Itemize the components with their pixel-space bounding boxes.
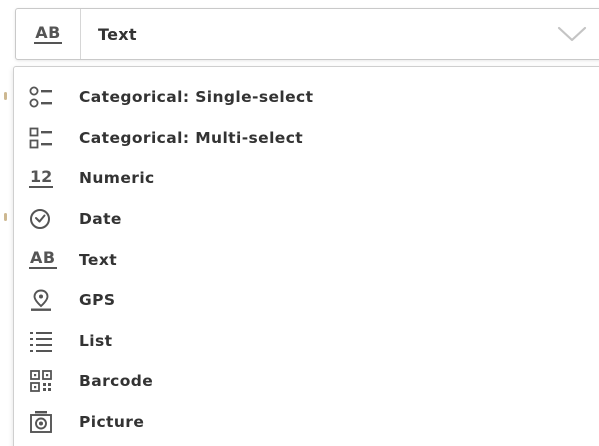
menu-item-multi-select[interactable]: Categorical: Multi-select: [14, 118, 599, 159]
menu-item-label: Picture: [79, 413, 145, 432]
numeric-icon-text: 12: [29, 166, 54, 188]
barcode-icon: [29, 367, 63, 395]
menu-item-label: Numeric: [79, 169, 155, 188]
menu-list: Categorical: Single-select Categorical: …: [14, 67, 599, 442]
menu-item-label: Categorical: Multi-select: [79, 128, 304, 147]
menu-item-label: Text: [79, 250, 118, 269]
menu-item-numeric[interactable]: 12 Numeric: [14, 158, 599, 199]
field-type-menu: Categorical: Single-select Categorical: …: [13, 66, 599, 446]
numeric-icon: 12: [29, 164, 63, 192]
list-icon: [29, 327, 63, 355]
select-value: Text: [98, 24, 137, 44]
field-type-picker: AB Text Categorical: Single-select Categ…: [0, 0, 599, 446]
menu-item-label: List: [79, 331, 113, 350]
menu-item-label: Categorical: Single-select: [79, 88, 314, 107]
clock-icon: [29, 205, 63, 233]
select-icon-box: AB: [16, 9, 81, 59]
menu-item-barcode[interactable]: Barcode: [14, 361, 599, 402]
menu-item-text[interactable]: AB Text: [14, 239, 599, 280]
menu-item-single-select[interactable]: Categorical: Single-select: [14, 77, 599, 118]
text-icon-text: AB: [29, 248, 57, 270]
edge-artifact: [4, 213, 7, 221]
menu-item-list[interactable]: List: [14, 321, 599, 362]
field-type-select[interactable]: AB Text: [15, 8, 599, 60]
menu-item-gps[interactable]: GPS: [14, 280, 599, 321]
menu-item-label: Date: [79, 210, 122, 229]
menu-item-label: GPS: [79, 291, 116, 310]
menu-item-picture[interactable]: Picture: [14, 402, 599, 443]
menu-item-label: Barcode: [79, 372, 154, 391]
chevron-down-icon[interactable]: [557, 25, 587, 43]
multi-select-icon: [29, 124, 63, 152]
location-pin-icon: [29, 286, 63, 314]
single-select-icon: [29, 83, 63, 111]
text-ab-icon: AB: [34, 22, 62, 44]
edge-artifact: [4, 92, 7, 100]
text-ab-icon: AB: [29, 246, 63, 274]
menu-item-date[interactable]: Date: [14, 199, 599, 240]
camera-icon: [29, 408, 63, 436]
